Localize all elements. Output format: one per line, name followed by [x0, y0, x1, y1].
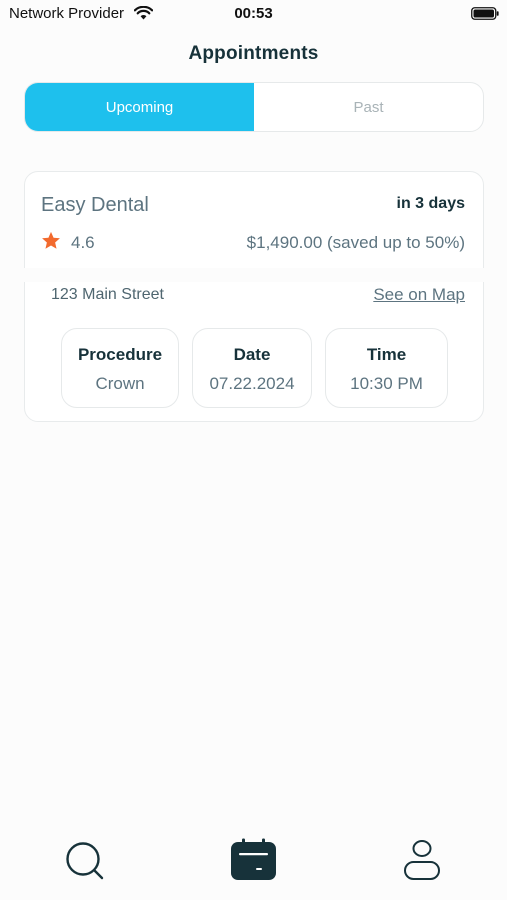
profile-icon[interactable] [401, 839, 443, 881]
price-text: $1,490.00 (saved up to 50%) [246, 233, 465, 252]
clinic-address: 123 Main Street [51, 286, 164, 303]
date-label: Date [233, 345, 271, 364]
appointment-card[interactable]: Easy Dental in 3 days 4.6 $1,490.00 (sav… [23, 171, 487, 422]
clinic-name: Easy Dental [41, 194, 149, 216]
status-time: 00:53 [234, 5, 273, 22]
tab-upcoming[interactable]: Upcoming [25, 83, 254, 131]
rating-value: 4.6 [71, 233, 95, 252]
time-value: 10:30 PM [350, 374, 423, 393]
time-box: Time 10:30 PM [325, 328, 448, 408]
card-divider [23, 268, 487, 282]
procedure-box: Procedure Crown [61, 328, 179, 408]
procedure-value: Crown [95, 374, 145, 393]
appointment-tabs: Upcoming Past [24, 82, 484, 132]
search-icon[interactable] [64, 840, 106, 882]
calendar-icon[interactable] [230, 838, 277, 881]
tab-past[interactable]: Past [254, 83, 483, 131]
date-value: 07.22.2024 [209, 374, 295, 393]
see-on-map-link[interactable]: See on Map [373, 285, 465, 305]
procedure-label: Procedure [77, 345, 163, 364]
time-label: Time [366, 345, 407, 364]
appointment-summary: Easy Dental in 3 days 4.6 $1,490.00 (sav… [25, 172, 483, 269]
due-label: in 3 days [396, 195, 465, 212]
date-box: Date 07.22.2024 [192, 328, 312, 408]
star-icon [42, 231, 60, 249]
page-title: Appointments [188, 43, 319, 64]
status-bar: Network Provider 00:53 [0, 0, 507, 28]
bottom-nav [0, 822, 507, 900]
battery-icon [471, 7, 499, 20]
